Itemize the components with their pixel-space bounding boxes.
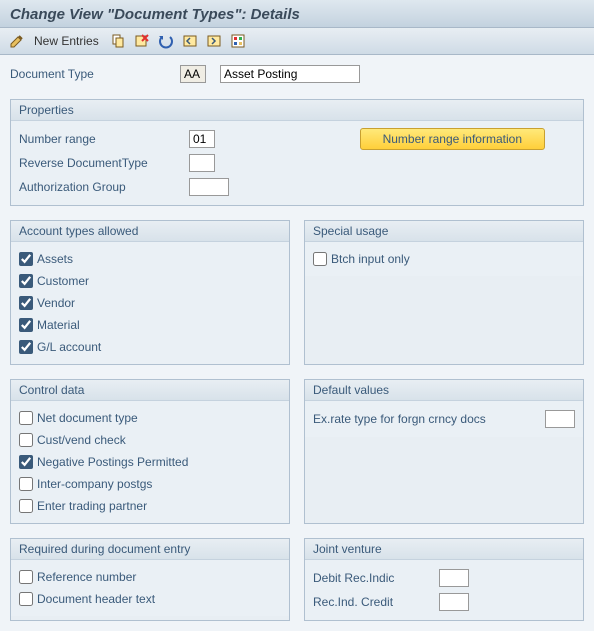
export-icon[interactable]	[229, 32, 247, 50]
control-data-title: Control data	[11, 380, 289, 401]
prev-icon[interactable]	[181, 32, 199, 50]
control-data-row: Cust/vend check	[19, 429, 281, 451]
control-data-checkbox[interactable]	[19, 477, 33, 491]
control-data-row: Negative Postings Permitted	[19, 451, 281, 473]
required-label: Document header text	[37, 592, 155, 606]
control-data-row: Inter-company postgs	[19, 473, 281, 495]
properties-title: Properties	[11, 100, 583, 121]
doc-type-row: Document Type	[10, 65, 584, 83]
special-usage-row: Btch input only	[313, 248, 575, 270]
account-types-title: Account types allowed	[11, 221, 289, 242]
required-row: Reference number	[19, 566, 281, 588]
control-data-label: Enter trading partner	[37, 499, 147, 513]
control-data-label: Net document type	[37, 411, 138, 425]
special-usage-group: Special usage Btch input only	[304, 220, 584, 365]
required-label: Reference number	[37, 570, 136, 584]
doc-type-code-input[interactable]	[180, 65, 206, 83]
control-data-checkbox[interactable]	[19, 455, 33, 469]
default-values-title: Default values	[305, 380, 583, 401]
page-title: Change View "Document Types": Details	[10, 6, 584, 23]
new-entries-button[interactable]: New Entries	[34, 34, 99, 48]
account-type-label: Material	[37, 318, 80, 332]
ex-rate-input[interactable]	[545, 410, 575, 428]
account-type-row: G/L account	[19, 336, 281, 358]
account-type-label: Assets	[37, 252, 73, 266]
next-icon[interactable]	[205, 32, 223, 50]
control-data-row: Enter trading partner	[19, 495, 281, 517]
special-usage-checkbox[interactable]	[313, 252, 327, 266]
reverse-label: Reverse DocumentType	[19, 156, 189, 170]
account-type-checkbox[interactable]	[19, 340, 33, 354]
joint-venture-group: Joint venture Debit Rec.Indic Rec.Ind. C…	[304, 538, 584, 621]
control-data-label: Cust/vend check	[37, 433, 126, 447]
required-checkbox[interactable]	[19, 570, 33, 584]
copy-icon[interactable]	[109, 32, 127, 50]
edit-icon[interactable]	[8, 32, 26, 50]
auth-label: Authorization Group	[19, 180, 189, 194]
account-type-label: Vendor	[37, 296, 75, 310]
auth-input[interactable]	[189, 178, 229, 196]
joint-venture-title: Joint venture	[305, 539, 583, 560]
required-checkbox[interactable]	[19, 592, 33, 606]
control-data-label: Inter-company postgs	[37, 477, 152, 491]
account-type-checkbox[interactable]	[19, 296, 33, 310]
number-range-info-button[interactable]: Number range information	[360, 128, 545, 150]
account-type-label: G/L account	[37, 340, 101, 354]
control-data-group: Control data Net document type Cust/vend …	[10, 379, 290, 524]
account-type-checkbox[interactable]	[19, 252, 33, 266]
properties-group: Properties Number range Number range inf…	[10, 99, 584, 206]
debit-label: Debit Rec.Indic	[313, 571, 433, 585]
undo-icon[interactable]	[157, 32, 175, 50]
ex-rate-label: Ex.rate type for forgn crncy docs	[313, 412, 539, 426]
content-area: Document Type Properties Number range Nu…	[0, 55, 594, 631]
account-type-row: Customer	[19, 270, 281, 292]
required-row: Document header text	[19, 588, 281, 610]
default-values-group: Default values Ex.rate type for forgn cr…	[304, 379, 584, 524]
credit-label: Rec.Ind. Credit	[313, 595, 433, 609]
account-type-label: Customer	[37, 274, 89, 288]
required-group: Required during document entry Reference…	[10, 538, 290, 621]
number-range-input[interactable]	[189, 130, 215, 148]
control-data-checkbox[interactable]	[19, 499, 33, 513]
doc-type-label: Document Type	[10, 67, 180, 81]
special-usage-label: Btch input only	[331, 252, 410, 266]
account-type-row: Vendor	[19, 292, 281, 314]
number-range-label: Number range	[19, 132, 189, 146]
account-type-checkbox[interactable]	[19, 318, 33, 332]
special-usage-title: Special usage	[305, 221, 583, 242]
debit-input[interactable]	[439, 569, 469, 587]
account-type-row: Assets	[19, 248, 281, 270]
required-title: Required during document entry	[11, 539, 289, 560]
account-types-group: Account types allowed Assets Customer Vend…	[10, 220, 290, 365]
doc-type-desc-input[interactable]	[220, 65, 360, 83]
account-type-checkbox[interactable]	[19, 274, 33, 288]
control-data-checkbox[interactable]	[19, 411, 33, 425]
title-bar: Change View "Document Types": Details	[0, 0, 594, 28]
toolbar: New Entries	[0, 28, 594, 55]
delete-icon[interactable]	[133, 32, 151, 50]
account-type-row: Material	[19, 314, 281, 336]
reverse-input[interactable]	[189, 154, 215, 172]
control-data-checkbox[interactable]	[19, 433, 33, 447]
control-data-row: Net document type	[19, 407, 281, 429]
credit-input[interactable]	[439, 593, 469, 611]
control-data-label: Negative Postings Permitted	[37, 455, 188, 469]
